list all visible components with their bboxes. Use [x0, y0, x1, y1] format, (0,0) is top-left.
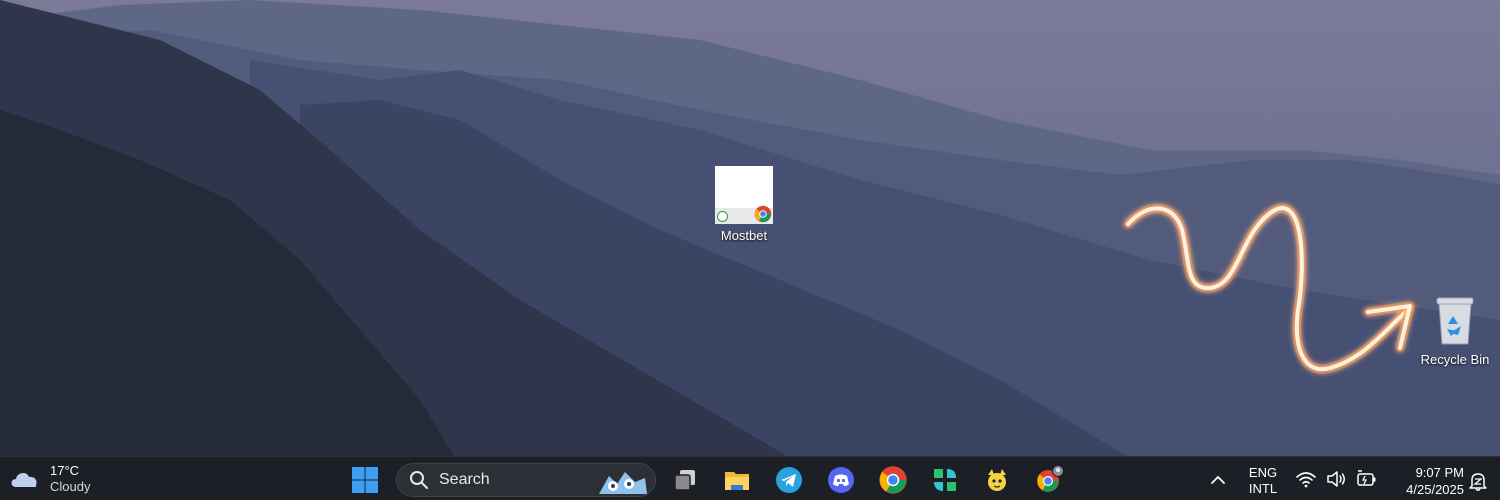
sync-check-icon [717, 211, 728, 222]
input-language-indicator[interactable]: ENG INTL [1240, 465, 1286, 497]
weather-condition: Cloudy [50, 479, 91, 494]
language-code: ENG [1248, 465, 1278, 480]
taskbar-clock[interactable]: 9:07 PM 4/25/2025 [1388, 464, 1464, 498]
search-highlight-icon [595, 466, 649, 496]
recycle-bin-label: Recycle Bin [1420, 352, 1490, 367]
system-tray-icons[interactable] [1294, 467, 1378, 491]
volume-icon [1324, 467, 1348, 491]
mostbet-desktop-shortcut[interactable]: Mostbet [704, 166, 784, 243]
start-button[interactable] [345, 462, 385, 498]
chrome-profile-button[interactable] [1029, 462, 1069, 498]
recycle-bin-desktop-icon[interactable]: Recycle Bin [1410, 294, 1500, 367]
weather-temperature: 17°C [50, 463, 80, 478]
telegram-button[interactable] [769, 462, 809, 498]
mostbet-label: Mostbet [720, 228, 768, 243]
mountain-wallpaper [0, 0, 1500, 500]
task-view-button[interactable] [665, 462, 705, 498]
clock-time: 9:07 PM [1415, 465, 1464, 480]
taskbar-search-box[interactable]: Search [396, 463, 656, 497]
discord-button[interactable] [821, 462, 861, 498]
search-icon [410, 471, 428, 489]
chrome-profile-icon [1037, 465, 1064, 492]
battery-charging-icon [1354, 467, 1378, 491]
taskbar: 17°C Cloudy Search ENG INTL 9:07 PM 4/25… [0, 456, 1500, 500]
file-explorer-button[interactable] [717, 462, 757, 498]
desktop: Mostbet Recycle Bin 17°C Cloudy Search E… [0, 0, 1500, 500]
recycle-bin-icon [1436, 297, 1474, 345]
keyboard-layout: INTL [1248, 481, 1278, 496]
windows-logo-icon [352, 467, 378, 493]
green-app-button[interactable] [925, 462, 965, 498]
telegram-icon [776, 467, 802, 493]
cloud-icon [11, 473, 37, 487]
character-app-button[interactable] [977, 462, 1017, 498]
search-placeholder: Search [439, 471, 490, 488]
chrome-button[interactable] [873, 462, 913, 498]
show-hidden-icons-chevron-icon[interactable] [1205, 467, 1231, 493]
notification-bell-icon[interactable] [1466, 469, 1490, 493]
clock-date: 4/25/2025 [1406, 482, 1464, 497]
discord-icon [828, 467, 854, 493]
weather-widget[interactable]: 17°C Cloudy [8, 461, 90, 497]
wifi-icon [1294, 467, 1318, 491]
folder-icon [725, 472, 749, 490]
chrome-icon [879, 466, 907, 494]
task-view-icon [674, 470, 695, 491]
green-app-icon [934, 469, 956, 491]
chrome-icon [754, 205, 772, 223]
character-app-icon [988, 469, 1006, 491]
chrome-shortcut-icon [715, 166, 773, 224]
